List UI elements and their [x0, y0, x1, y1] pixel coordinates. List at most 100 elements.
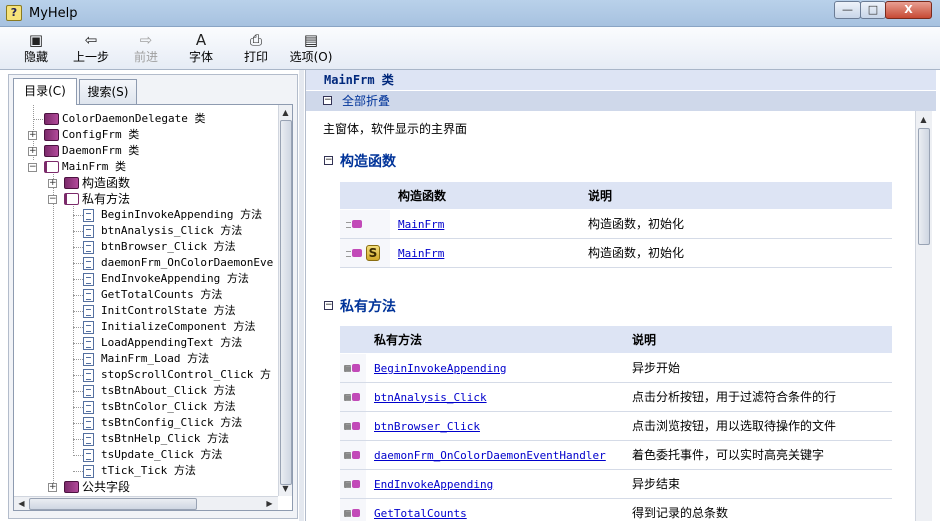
tree-item[interactable]: InitializeComponent 方法: [101, 319, 255, 335]
scroll-down-arrow-icon[interactable]: ▼: [279, 482, 292, 495]
back-label: 上一步: [72, 50, 109, 64]
back-arrow-icon: ⇦: [84, 31, 98, 49]
member-icon-cell: [340, 209, 390, 239]
minimize-button[interactable]: —: [834, 1, 861, 19]
method-description: 得到记录的总条数: [624, 498, 892, 521]
print-button[interactable]: ⎙ 打印: [238, 30, 274, 68]
private-method-icon: [346, 393, 360, 401]
topic-page-icon: [83, 289, 94, 302]
member-icon-cell: [340, 382, 366, 412]
tree-item[interactable]: tTick_Tick 方法: [101, 463, 196, 479]
tree-item[interactable]: daemonFrm_OnColorDaemonEve: [101, 255, 273, 271]
close-button[interactable]: X: [885, 1, 932, 19]
private-method-icon: [346, 422, 360, 430]
tree-item[interactable]: LoadAppendingText 方法: [101, 335, 242, 351]
expand-node-icon[interactable]: +: [28, 147, 37, 156]
tree-item[interactable]: tsBtnColor_Click 方法: [101, 399, 236, 415]
topic-page-icon: [83, 417, 94, 430]
tree-guide-line: [73, 311, 83, 312]
tree-item[interactable]: btnBrowser_Click 方法: [101, 239, 236, 255]
private-method-icon: [346, 364, 360, 372]
maximize-button[interactable]: □: [860, 1, 886, 19]
constructor-link[interactable]: MainFrm: [398, 218, 444, 231]
collapse-node-icon[interactable]: −: [28, 163, 37, 172]
tree-item[interactable]: tsUpdate_Click 方法: [101, 447, 222, 463]
tree-item[interactable]: DaemonFrm 类: [62, 143, 139, 159]
tree-item[interactable]: BeginInvokeAppending 方法: [101, 207, 262, 223]
tree-item[interactable]: MainFrm_Load 方法: [101, 351, 209, 367]
tab-search[interactable]: 搜索(S): [79, 79, 137, 104]
hide-button[interactable]: ▣ 隐藏: [18, 30, 54, 68]
expand-node-icon[interactable]: +: [48, 179, 57, 188]
closed-book-icon: [64, 481, 79, 493]
tree-item[interactable]: GetTotalCounts 方法: [101, 287, 222, 303]
tree-item[interactable]: 构造函数: [82, 175, 130, 191]
tree-item[interactable]: tsBtnConfig_Click 方法: [101, 415, 242, 431]
forward-arrow-icon: ⇨: [139, 31, 153, 49]
scroll-left-arrow-icon[interactable]: ◀: [15, 497, 28, 510]
tree-item[interactable]: MainFrm 类: [62, 159, 126, 175]
expand-node-icon[interactable]: +: [28, 131, 37, 140]
tab-contents[interactable]: 目录(C): [13, 78, 77, 105]
document-vertical-scroll-thumb[interactable]: [918, 128, 930, 245]
forward-button[interactable]: ⇨ 前进: [128, 30, 164, 68]
tree-item[interactable]: tsBtnHelp_Click 方法: [101, 431, 229, 447]
tree-item[interactable]: ColorDaemonDelegate 类: [62, 111, 205, 127]
closed-book-icon: [44, 129, 59, 141]
tree-guide-line: [73, 279, 83, 280]
private-methods-collapse-icon[interactable]: −: [324, 301, 333, 310]
tree-vertical-scrollbar[interactable]: ▲ ▼: [278, 105, 292, 496]
private-method-icon: [346, 480, 360, 488]
tree-item[interactable]: ConfigFrm 类: [62, 127, 139, 143]
collapse-node-icon[interactable]: −: [48, 195, 57, 204]
tree-horizontal-scroll-thumb[interactable]: [29, 498, 197, 510]
print-label: 打印: [243, 50, 268, 64]
method-description: 点击浏览按钮，用以选取待操作的文件: [624, 411, 892, 441]
tree-horizontal-scrollbar[interactable]: ◀ ▶: [14, 496, 278, 510]
constructors-collapse-icon[interactable]: −: [324, 156, 333, 165]
method-link[interactable]: EndInvokeAppending: [374, 478, 493, 491]
static-member-icon: S: [366, 244, 380, 261]
constructor-column-header: 构造函数: [390, 182, 580, 210]
tree-guide-line: [73, 247, 83, 248]
method-link[interactable]: BeginInvokeAppending: [374, 362, 506, 375]
member-icon-cell: [340, 440, 366, 470]
options-button[interactable]: ▤ 选项(O): [288, 30, 334, 68]
tree-item[interactable]: stopScrollControl_Click 方: [101, 367, 271, 383]
font-button[interactable]: A 字体: [183, 30, 219, 68]
tree-item[interactable]: InitControlState 方法: [101, 303, 236, 319]
tree-item[interactable]: 公共字段: [82, 479, 130, 495]
constructors-heading: 构造函数: [340, 154, 396, 170]
method-link[interactable]: btnBrowser_Click: [374, 420, 480, 433]
tree-item[interactable]: EndInvokeAppending 方法: [101, 271, 249, 287]
pane-splitter[interactable]: [299, 70, 304, 521]
hide-pane-icon: ▣: [28, 31, 44, 49]
tree-guide-line: [73, 407, 83, 408]
table-row: btnAnalysis_Click 点击分析按钮，用于过滤符合条件的行: [340, 382, 892, 412]
topic-page-icon: [83, 337, 94, 350]
closed-book-icon: [64, 177, 79, 189]
method-link[interactable]: daemonFrm_OnColorDaemonEventHandler: [374, 449, 606, 462]
help-app-icon: ?: [6, 5, 22, 21]
method-link[interactable]: btnAnalysis_Click: [374, 391, 487, 404]
document-vertical-scrollbar[interactable]: ▲: [915, 111, 932, 521]
scroll-up-arrow-icon[interactable]: ▲: [279, 106, 292, 119]
collapse-icon: −: [323, 95, 332, 105]
topic-page-icon: [83, 369, 94, 382]
scroll-up-arrow-icon[interactable]: ▲: [917, 113, 930, 126]
topic-page-icon: [83, 209, 94, 222]
constructor-link[interactable]: MainFrm: [398, 247, 444, 260]
public-method-icon: [346, 220, 362, 228]
topic-page-icon: [83, 401, 94, 414]
tree-item[interactable]: tsBtnAbout_Click 方法: [101, 383, 236, 399]
collapse-all-link[interactable]: − 全部折叠: [306, 91, 936, 111]
tree-item[interactable]: 私有方法: [82, 191, 130, 207]
tree-item[interactable]: btnAnalysis_Click 方法: [101, 223, 242, 239]
topic-page-icon: [83, 257, 94, 270]
private-methods-table: 私有方法 说明 BeginInvokeAppending 异步开始 btnAnaly…: [340, 326, 892, 521]
expand-node-icon[interactable]: +: [48, 483, 57, 492]
back-button[interactable]: ⇦ 上一步: [68, 30, 114, 68]
method-link[interactable]: GetTotalCounts: [374, 507, 467, 520]
tree-vertical-scroll-thumb[interactable]: [280, 120, 292, 485]
scroll-right-arrow-icon[interactable]: ▶: [263, 497, 276, 510]
